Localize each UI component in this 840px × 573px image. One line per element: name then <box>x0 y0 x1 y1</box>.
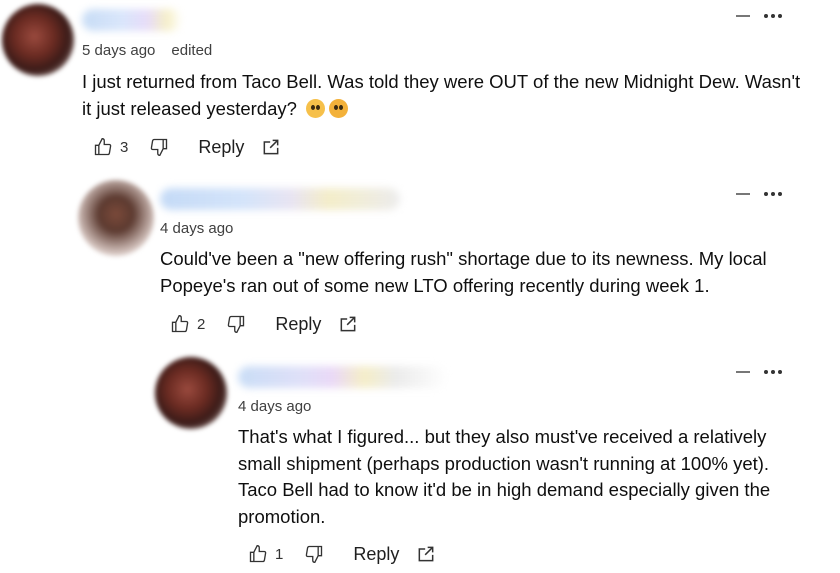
comment-meta: 4 days ago <box>160 220 233 237</box>
collapse-icon[interactable] <box>736 371 750 373</box>
more-options-icon[interactable] <box>764 14 782 18</box>
thumbs-up-icon[interactable] <box>90 134 116 160</box>
comment-text: I just returned from Taco Bell. Was told… <box>82 68 822 122</box>
share-icon[interactable] <box>258 134 284 160</box>
like-count: 1 <box>275 545 284 563</box>
more-options-icon[interactable] <box>764 192 782 196</box>
thumbs-up-icon[interactable] <box>245 541 271 567</box>
comment-text: That's what I figured... but they also m… <box>238 424 828 530</box>
comment-meta: 4 days ago <box>238 398 311 415</box>
comment-actions: 1 Reply <box>245 541 439 567</box>
share-icon[interactable] <box>413 541 439 567</box>
comment-text-line: promotion. <box>238 505 326 527</box>
comment-menu <box>736 14 782 18</box>
comment-text-line: small shipment (perhaps production wasn'… <box>238 452 770 474</box>
like-count: 2 <box>197 315 206 333</box>
avatar[interactable] <box>78 180 154 256</box>
comment-text: Could've been a "new offering rush" shor… <box>160 245 820 299</box>
comment-menu <box>736 370 782 374</box>
collapse-icon[interactable] <box>736 193 750 195</box>
flushed-face-emoji-icon <box>306 99 326 118</box>
thumbs-down-icon[interactable] <box>223 311 249 337</box>
timestamp[interactable]: 5 days ago <box>82 42 155 59</box>
reply-button[interactable]: Reply <box>353 544 399 565</box>
comment-text-line: That's what I figured... but they also m… <box>238 426 767 447</box>
collapse-icon[interactable] <box>736 15 750 17</box>
reply-button[interactable]: Reply <box>198 137 244 158</box>
reply-button[interactable]: Reply <box>275 314 321 335</box>
comment-actions: 2 Reply <box>167 311 361 337</box>
avatar[interactable] <box>2 4 74 76</box>
author-name-redacted[interactable] <box>160 188 400 210</box>
comment-menu <box>736 192 782 196</box>
like-count: 3 <box>120 138 129 156</box>
thumbs-down-icon[interactable] <box>146 134 172 160</box>
timestamp[interactable]: 4 days ago <box>238 398 311 415</box>
comment-meta: 5 days ago edited <box>82 42 212 59</box>
comment-actions: 3 Reply <box>90 134 284 160</box>
edited-label: edited <box>171 42 213 59</box>
tongue-out-emoji-icon <box>329 99 349 118</box>
thumbs-down-icon[interactable] <box>301 541 327 567</box>
comment-text-line: I just returned from Taco Bell. Was told… <box>82 71 801 92</box>
comment-text-line: Taco Bell had to know it'd be in high de… <box>238 479 771 500</box>
comment-text-line: Could've been a "new offering rush" shor… <box>160 248 767 269</box>
timestamp[interactable]: 4 days ago <box>160 220 233 237</box>
author-name-redacted[interactable] <box>238 366 448 388</box>
more-options-icon[interactable] <box>764 370 782 374</box>
author-name-redacted[interactable] <box>82 9 182 31</box>
avatar[interactable] <box>155 357 227 429</box>
share-icon[interactable] <box>335 311 361 337</box>
comment-text-line: Popeye's ran out of some new LTO offerin… <box>160 275 710 296</box>
thumbs-up-icon[interactable] <box>167 311 193 337</box>
comment-text-line: it just released yesterday? <box>82 95 822 122</box>
